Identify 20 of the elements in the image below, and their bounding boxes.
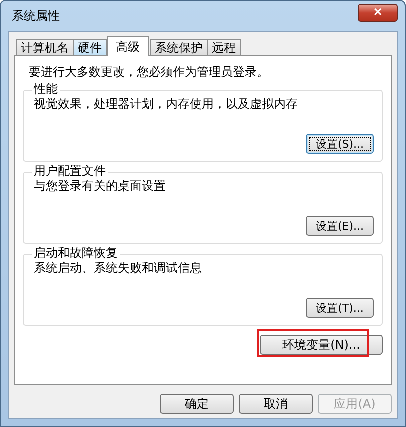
group-title: 性能 bbox=[32, 82, 60, 97]
group-description: 系统启动、系统失败和调试信息 bbox=[34, 261, 203, 276]
group-description: 视觉效果，处理器计划，内存使用，以及虚拟内存 bbox=[34, 97, 299, 112]
tab[interactable]: 硬件 bbox=[73, 39, 107, 56]
dialog-button[interactable]: 取消 bbox=[239, 394, 313, 414]
settings-button[interactable]: 设置(S)... bbox=[306, 134, 374, 154]
group-title: 启动和故障恢复 bbox=[32, 246, 120, 261]
close-button[interactable]: ✕ bbox=[358, 4, 398, 22]
notice-text: 要进行大多数更改，您必须作为管理员登录。 bbox=[29, 64, 270, 80]
group-description: 与您登录有关的桌面设置 bbox=[34, 179, 167, 194]
tab[interactable]: 计算机名 bbox=[16, 39, 74, 56]
dialog-button[interactable]: 确定 bbox=[160, 394, 234, 414]
tab[interactable]: 远程 bbox=[207, 39, 241, 56]
environment-variables-button[interactable]: 环境变量(N)... bbox=[260, 335, 383, 355]
settings-button[interactable]: 设置(T)... bbox=[306, 298, 374, 318]
group-title: 用户配置文件 bbox=[32, 164, 108, 179]
settings-button[interactable]: 设置(E)... bbox=[306, 216, 374, 236]
window-title: 系统属性 bbox=[11, 8, 60, 24]
tab[interactable]: 系统保护 bbox=[150, 39, 208, 56]
tab[interactable]: 高级 bbox=[107, 36, 149, 56]
